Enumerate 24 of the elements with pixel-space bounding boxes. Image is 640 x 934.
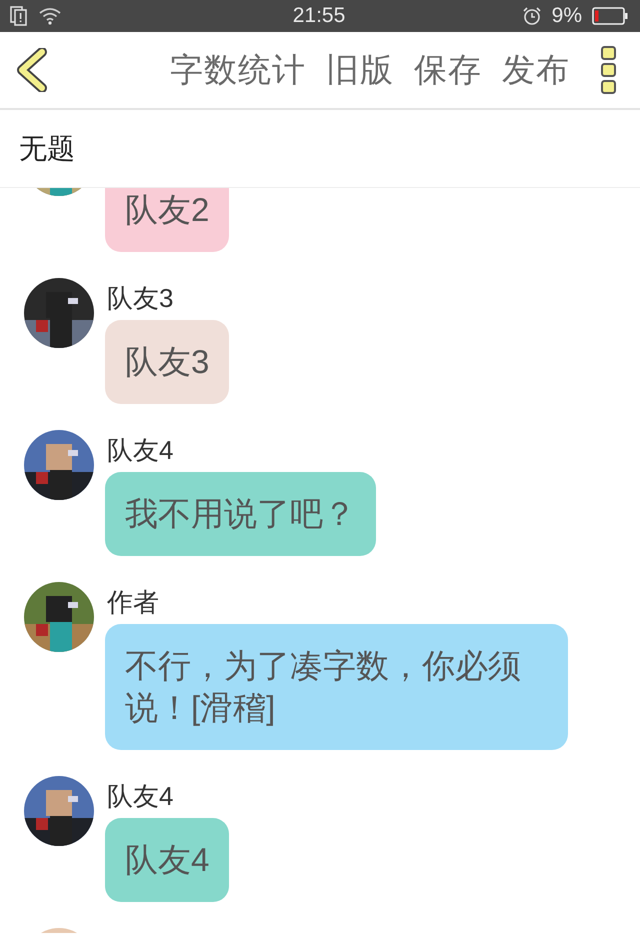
sender-name: 队友4: [107, 780, 174, 813]
message-bubble: 我不用说了吧？: [105, 472, 376, 556]
message-bubble: 不行，为了凑字数，你必须说！[滑稽]: [105, 624, 568, 750]
back-button[interactable]: [16, 48, 50, 92]
message-bubble: 队友4: [105, 818, 230, 902]
status-time: 21:55: [292, 4, 346, 28]
wifi-icon: [38, 7, 62, 25]
sender-name: 队友3: [107, 282, 174, 315]
sender-name: 队友4: [107, 434, 174, 467]
battery-percent: 9%: [552, 4, 582, 28]
sim-card-icon: [10, 6, 28, 26]
battery-icon: [592, 7, 628, 25]
publish-button[interactable]: 发布: [502, 48, 570, 92]
alarm-clock-icon: [522, 6, 542, 26]
old-version-button[interactable]: 旧版: [326, 48, 394, 92]
save-button[interactable]: 保存: [414, 48, 482, 92]
message-bubble: 队友2: [105, 188, 230, 252]
message-bubble: 队友3: [105, 320, 230, 404]
sender-name: 作者: [107, 586, 159, 619]
more-menu-button[interactable]: [600, 45, 618, 95]
word-count-button[interactable]: 字数统计: [170, 48, 306, 92]
chevron-left-icon: [16, 48, 50, 92]
more-menu-icon: [600, 45, 618, 95]
document-title: 无题: [19, 132, 75, 166]
